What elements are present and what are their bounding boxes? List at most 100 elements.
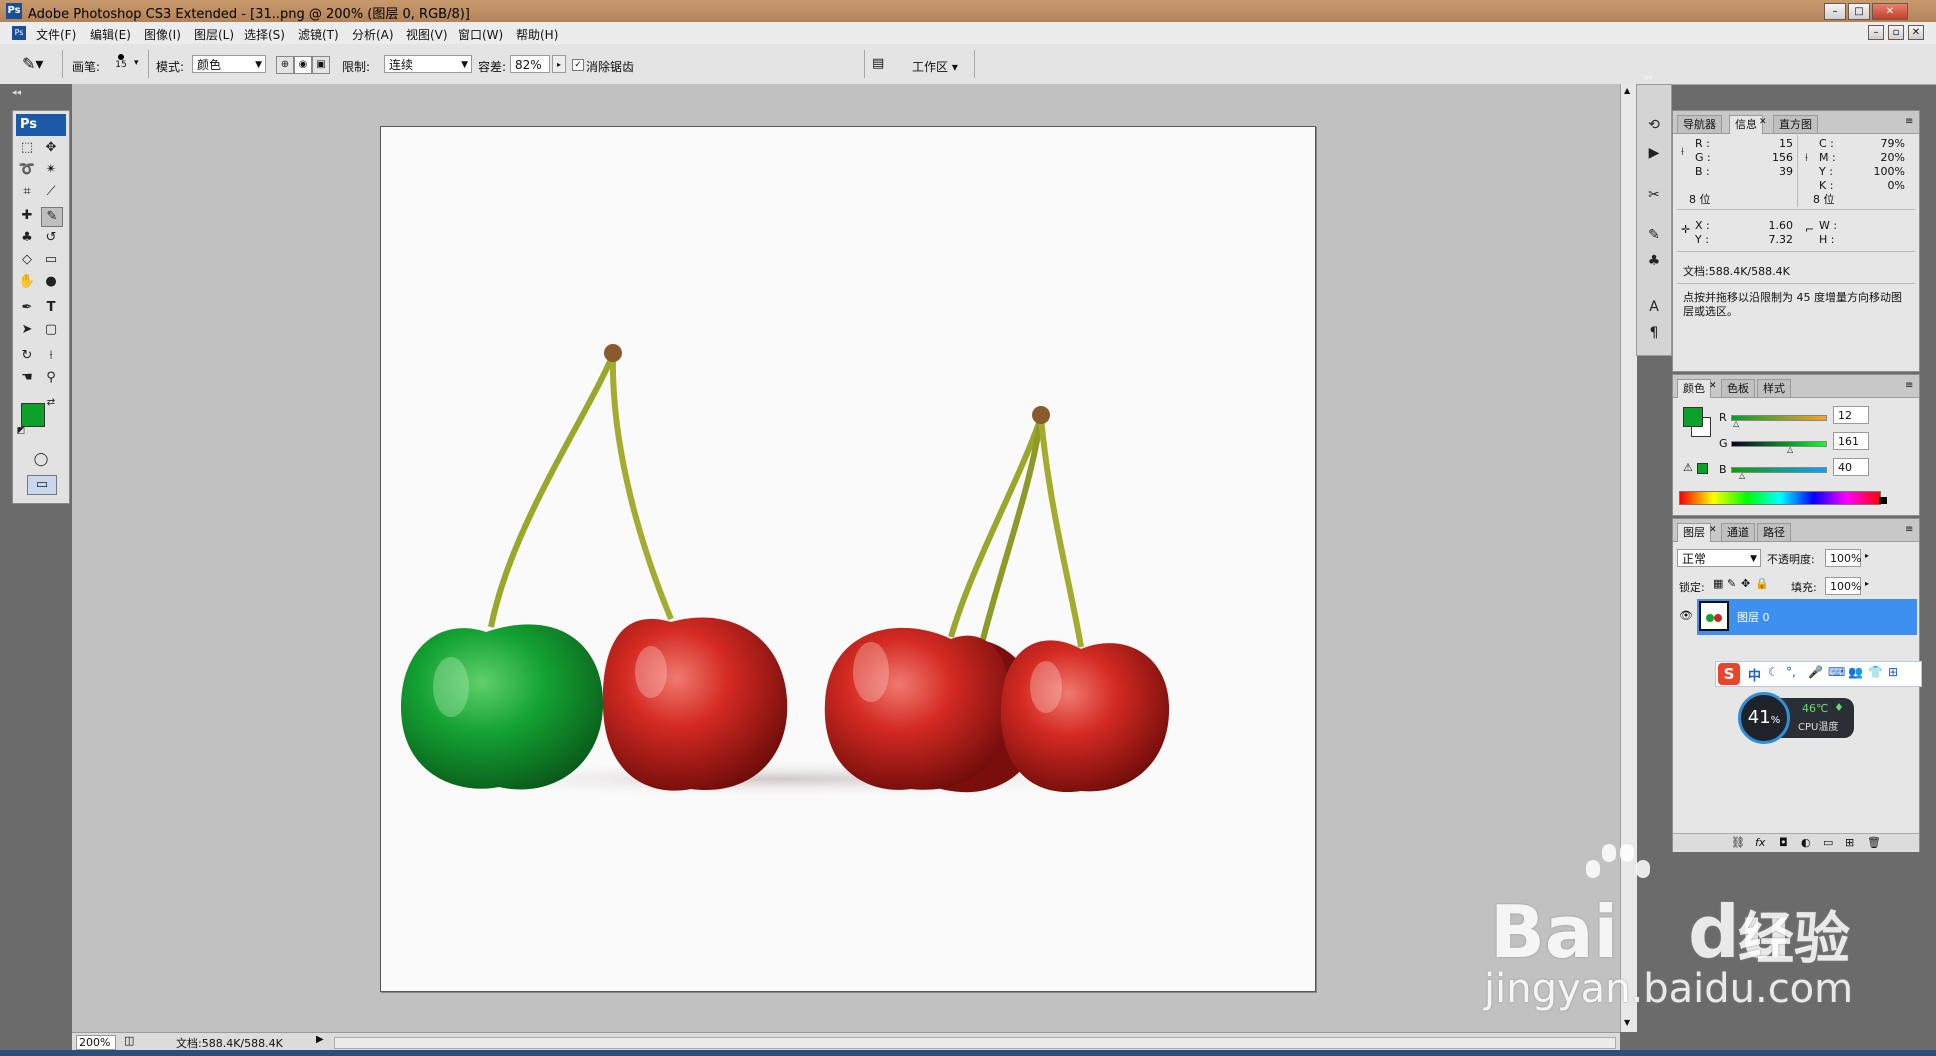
- history-panel-icon[interactable]: ⟲: [1643, 115, 1665, 135]
- clone-stamp-tool-icon[interactable]: ♣: [17, 229, 37, 247]
- scroll-up-icon[interactable]: ▲: [1624, 86, 1630, 95]
- type-tool-icon[interactable]: T: [41, 299, 61, 317]
- color-r-input[interactable]: 12: [1833, 406, 1869, 424]
- color-replacement-tool-icon[interactable]: ✎: [41, 207, 63, 227]
- cpu-monitor-widget[interactable]: 41% 46℃ ♦ CPU温度: [1738, 692, 1854, 750]
- menu-image[interactable]: 图像(I): [144, 26, 181, 43]
- tab-info[interactable]: 信息: [1729, 115, 1763, 134]
- tab-styles[interactable]: 样式: [1757, 379, 1791, 397]
- menu-file[interactable]: 文件(F): [36, 26, 76, 43]
- zoom-field[interactable]: 200%: [76, 1035, 116, 1050]
- ime-shirt-icon[interactable]: 👕: [1868, 665, 1883, 679]
- tab-paths[interactable]: 路径: [1757, 523, 1791, 541]
- menu-window[interactable]: 窗口(W): [458, 26, 503, 43]
- layer-row[interactable]: 图层 0: [1697, 599, 1917, 635]
- opacity-slider-arrow-icon[interactable]: ▸: [1865, 551, 1869, 560]
- actions-panel-icon[interactable]: ▶: [1643, 143, 1665, 163]
- dodge-tool-icon[interactable]: ●: [41, 273, 61, 291]
- lock-transparency-icon[interactable]: ▦: [1713, 577, 1723, 590]
- ime-grid-icon[interactable]: ⊞: [1888, 665, 1898, 679]
- path-selection-tool-icon[interactable]: ➤: [17, 321, 37, 339]
- slider-handle-icon[interactable]: △: [1787, 445, 1793, 454]
- opacity-input[interactable]: 100%: [1825, 549, 1861, 567]
- layer-name[interactable]: 图层 0: [1737, 609, 1770, 625]
- paragraph-panel-icon[interactable]: ¶: [1643, 323, 1665, 343]
- tab-layers[interactable]: 图层: [1677, 523, 1711, 542]
- ime-keyboard-icon[interactable]: ⌨: [1828, 665, 1845, 679]
- ime-moon-icon[interactable]: ☾: [1768, 665, 1779, 679]
- color-spectrum-bar[interactable]: [1679, 491, 1881, 505]
- lock-all-icon[interactable]: 🔒: [1755, 577, 1769, 590]
- healing-tool-icon[interactable]: ✚: [17, 207, 37, 225]
- marquee-tool-icon[interactable]: ⬚: [17, 139, 37, 157]
- menu-layer[interactable]: 图层(L): [194, 26, 234, 43]
- history-brush-tool-icon[interactable]: ↺: [41, 229, 61, 247]
- tool-preset-icon[interactable]: ✎▾: [22, 54, 50, 74]
- tab-close-icon[interactable]: ✕: [1709, 525, 1717, 535]
- brush-picker[interactable]: 15: [110, 52, 132, 78]
- brushes-panel-icon[interactable]: ✎: [1643, 225, 1665, 245]
- document-canvas[interactable]: [380, 126, 1316, 992]
- tolerance-input[interactable]: 82%: [510, 55, 550, 73]
- limit-select[interactable]: 连续 ▼: [384, 55, 472, 73]
- tab-swatches[interactable]: 色板: [1721, 379, 1755, 397]
- character-panel-icon[interactable]: A: [1643, 297, 1665, 317]
- quick-mask-icon[interactable]: ◯: [31, 451, 51, 469]
- menu-select[interactable]: 选择(S): [244, 26, 285, 43]
- collapse-arrows-icon[interactable]: ◂◂: [12, 88, 21, 98]
- menu-view[interactable]: 视图(V): [406, 26, 448, 43]
- color-g-input[interactable]: 161: [1833, 432, 1869, 450]
- sampling-swatch-icon[interactable]: ▣: [312, 56, 330, 74]
- crop-tool-icon[interactable]: ⌗: [17, 183, 37, 201]
- fill-input[interactable]: 100%: [1825, 577, 1861, 595]
- dock-collapse-icon[interactable]: ◂◂: [1643, 73, 1652, 83]
- color-g-slider[interactable]: [1731, 441, 1827, 447]
- ime-chinese-mode[interactable]: 中: [1748, 665, 1761, 684]
- doc-minimize-button[interactable]: –: [1868, 25, 1884, 40]
- magic-wand-tool-icon[interactable]: ✴: [41, 161, 61, 179]
- tab-navigator[interactable]: 导航器: [1677, 115, 1722, 133]
- close-button[interactable]: ✕: [1872, 3, 1908, 20]
- status-menu-arrow-icon[interactable]: ▶: [316, 1034, 324, 1045]
- eraser-tool-icon[interactable]: ◇: [17, 251, 37, 269]
- default-colors-icon[interactable]: ◩: [15, 425, 27, 437]
- panel-menu-icon[interactable]: ≡: [1905, 524, 1913, 535]
- blend-mode-select[interactable]: 正常 ▼: [1677, 549, 1761, 567]
- menu-edit[interactable]: 编辑(E): [90, 26, 131, 43]
- eyedropper-tool-icon[interactable]: ⟊: [41, 347, 61, 365]
- clone-source-panel-icon[interactable]: ♣: [1643, 251, 1665, 271]
- app-menu-icon[interactable]: Ps: [12, 26, 26, 40]
- foreground-color-swatch[interactable]: [21, 403, 45, 427]
- minimize-button[interactable]: –: [1824, 3, 1846, 20]
- slice-tool-icon[interactable]: ⟋: [41, 183, 61, 201]
- maximize-button[interactable]: □: [1848, 3, 1870, 20]
- mode-select[interactable]: 颜色 ▼: [192, 55, 266, 73]
- doc-close-button[interactable]: ✕: [1908, 25, 1924, 40]
- zoom-tool-icon[interactable]: ⚲: [41, 369, 61, 387]
- palette-well-icon[interactable]: ▤: [872, 56, 892, 72]
- tab-histogram[interactable]: 直方图: [1773, 115, 1818, 133]
- tab-color[interactable]: 颜色: [1677, 379, 1711, 398]
- tab-close-icon[interactable]: ✕: [1759, 117, 1767, 127]
- lasso-tool-icon[interactable]: ➰: [17, 161, 37, 179]
- color-r-slider[interactable]: [1731, 415, 1827, 421]
- ime-mic-icon[interactable]: 🎤: [1808, 665, 1823, 679]
- color-panel-fg-swatch[interactable]: [1683, 407, 1703, 427]
- tab-channels[interactable]: 通道: [1721, 523, 1755, 541]
- lock-pixels-icon[interactable]: ✎: [1727, 577, 1736, 590]
- gamut-swatch[interactable]: [1697, 463, 1708, 474]
- sogou-s-icon[interactable]: S: [1718, 663, 1740, 685]
- layer-visibility-eye-icon[interactable]: 👁: [1679, 609, 1693, 622]
- status-info-icon[interactable]: ◫: [124, 1034, 134, 1047]
- lock-position-icon[interactable]: ✥: [1741, 577, 1750, 590]
- panel-menu-icon[interactable]: ≡: [1905, 116, 1913, 127]
- ime-user-icon[interactable]: 👥: [1848, 665, 1863, 679]
- gamut-warning-icon[interactable]: ⚠: [1683, 461, 1693, 474]
- shape-tool-icon[interactable]: ▢: [41, 321, 61, 339]
- antialias-checkbox[interactable]: ✓: [572, 59, 584, 71]
- brush-chevron-icon[interactable]: ▾: [134, 58, 139, 68]
- sampling-once-icon[interactable]: ◉: [294, 56, 312, 74]
- menu-filter[interactable]: 滤镜(T): [298, 26, 339, 43]
- slider-handle-icon[interactable]: △: [1733, 419, 1739, 428]
- panel-menu-icon[interactable]: ≡: [1905, 380, 1913, 391]
